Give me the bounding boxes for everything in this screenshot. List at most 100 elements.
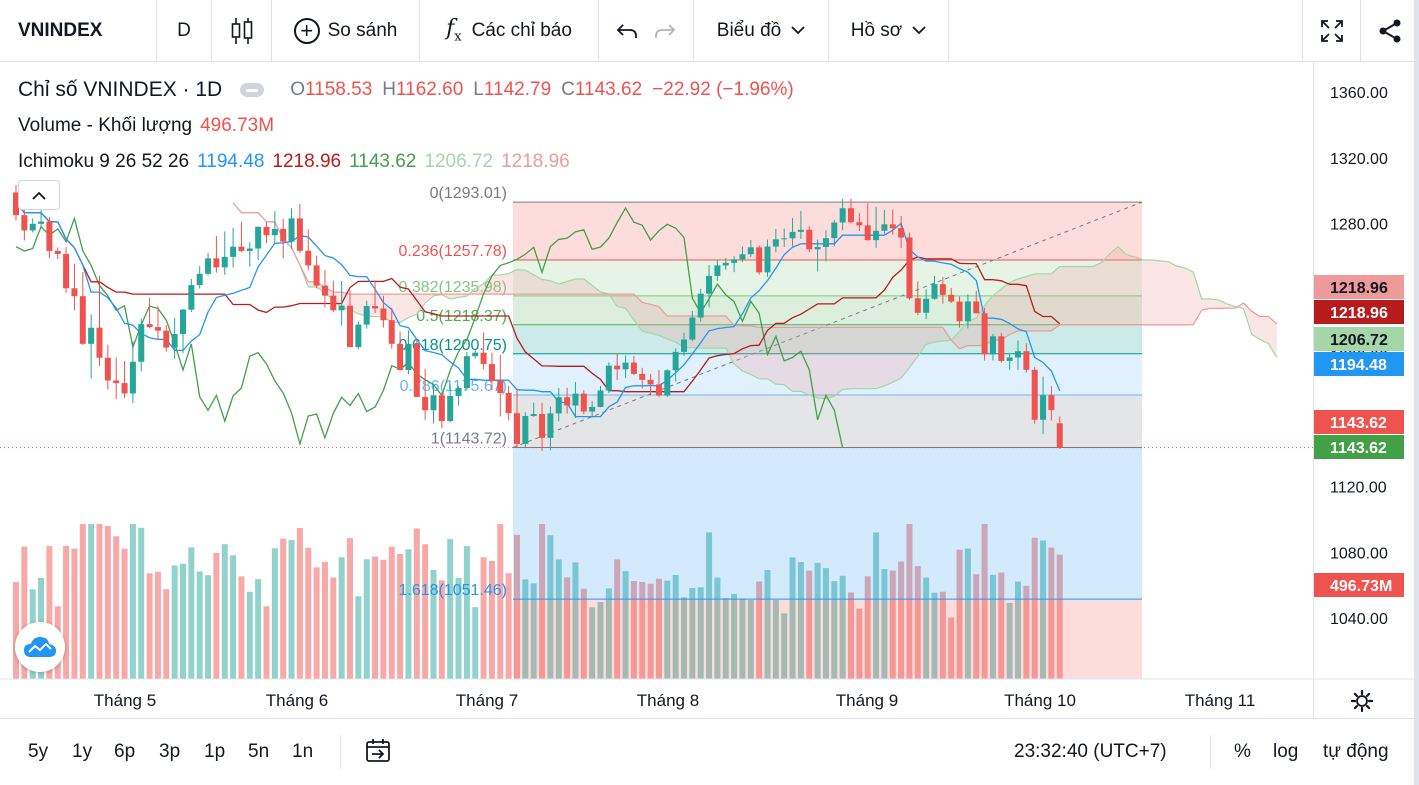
candle-body xyxy=(430,395,437,411)
profile-menu-button[interactable]: Hồ sơ xyxy=(829,0,949,62)
legend-main-row: Chỉ số VNINDEX · 1D O 1158.53 H 1162.60 L1… xyxy=(18,72,794,108)
symbol-search-button[interactable]: VNINDEX xyxy=(0,0,157,62)
volume-bar xyxy=(271,548,278,679)
candle-body xyxy=(597,390,604,407)
candle-body xyxy=(138,324,145,362)
price-badge-label: 1218.96 xyxy=(1330,305,1388,322)
candle-body xyxy=(572,393,579,406)
candle-body xyxy=(338,305,345,311)
fib-level-label: 1.618(1051.46) xyxy=(398,582,507,599)
auto-scale-toggle[interactable]: tự động xyxy=(1323,741,1389,763)
ichimoku-span-b-value: 1218.96 xyxy=(501,151,570,172)
tradingview-logo-button[interactable] xyxy=(15,622,65,672)
clock-timezone[interactable]: 23:32:40 (UTC+7) xyxy=(1014,741,1167,763)
volume-bar xyxy=(296,528,303,679)
volume-bar xyxy=(255,579,262,679)
range-1m-button[interactable]: 1p xyxy=(204,741,225,763)
legend-ichimoku-row[interactable]: Ichimoku 9 26 52 26 1194.48 1218.96 1143… xyxy=(18,144,794,180)
volume-bar xyxy=(347,538,353,679)
candle-body xyxy=(405,343,412,370)
price-axis-divider xyxy=(1313,62,1314,718)
candle-body xyxy=(764,246,771,273)
candle-body xyxy=(948,294,955,302)
candle-body xyxy=(914,298,921,313)
ohlc-low-value: 1142.79 xyxy=(483,79,552,100)
candle-body xyxy=(280,228,287,242)
candle-body xyxy=(547,413,554,438)
candle-body xyxy=(1015,351,1021,358)
candle-body xyxy=(630,362,637,374)
price-tick-label: 1080.00 xyxy=(1330,545,1388,562)
fib-zone xyxy=(513,395,1142,448)
bottom-separator xyxy=(340,735,341,769)
ichimoku-label: Ichimoku 9 26 52 26 xyxy=(18,151,190,172)
candle-body xyxy=(296,218,303,251)
fullscreen-button[interactable] xyxy=(1303,0,1361,62)
interval-button[interactable]: D xyxy=(157,0,212,62)
legend-more-button[interactable] xyxy=(240,83,265,97)
percent-scale-toggle[interactable]: % xyxy=(1234,741,1251,763)
toolbar-spacer xyxy=(949,0,1303,62)
fib-level-label: 0(1293.01) xyxy=(430,185,507,202)
chart-style-button[interactable] xyxy=(212,0,272,62)
candle-body xyxy=(171,333,178,348)
fib-zone xyxy=(513,599,1142,679)
candle-body xyxy=(372,306,379,309)
candle-body xyxy=(797,229,804,232)
settings-gear-icon[interactable] xyxy=(1350,689,1374,713)
candle-body xyxy=(722,262,729,266)
candle-body xyxy=(898,228,905,238)
candle-body xyxy=(831,222,838,239)
candle-body xyxy=(54,250,61,254)
chevron-down-icon xyxy=(791,26,805,35)
compare-label: So sánh xyxy=(327,19,398,41)
ichimoku-tenkan-value: 1194.48 xyxy=(197,151,265,172)
candle-body xyxy=(263,226,270,236)
range-5y-button[interactable]: 5y xyxy=(28,741,48,763)
candle-body xyxy=(79,296,86,344)
range-1d-button[interactable]: 1n xyxy=(292,741,313,763)
candle-body xyxy=(255,226,262,249)
candle-body xyxy=(664,370,671,396)
range-5d-button[interactable]: 5n xyxy=(248,741,269,763)
candle-body xyxy=(989,336,996,355)
range-1y-button[interactable]: 1y xyxy=(72,741,92,763)
candle-body xyxy=(539,414,546,438)
share-button[interactable] xyxy=(1361,0,1419,62)
compare-button[interactable]: + So sánh xyxy=(272,0,420,62)
volume-bar xyxy=(388,546,395,679)
candle-body xyxy=(781,238,788,240)
candle-body xyxy=(246,248,253,251)
log-scale-toggle[interactable]: log xyxy=(1273,741,1298,763)
goto-date-icon[interactable] xyxy=(365,738,391,764)
volume-bar xyxy=(321,562,328,679)
legend-volume-row[interactable]: Volume - Khối lượng 496.73M xyxy=(18,108,794,144)
indicators-button[interactable]: fx Các chỉ báo xyxy=(420,0,599,62)
candle-body xyxy=(29,223,36,231)
collapse-legend-button[interactable] xyxy=(18,180,60,210)
volume-bar xyxy=(280,538,287,679)
window-edge xyxy=(1414,0,1419,785)
chart-menu-button[interactable]: Biểu đồ xyxy=(694,0,829,62)
undo-icon[interactable] xyxy=(616,22,638,40)
bottom-toolbar: 5y 1y 6p 3p 1p 5n 1n 23:32:40 (UTC+7) % … xyxy=(0,718,1419,785)
candle-body xyxy=(438,395,445,422)
redo-icon[interactable] xyxy=(654,22,676,40)
candle-body xyxy=(196,273,203,286)
range-3m-button[interactable]: 3p xyxy=(159,741,180,763)
fullscreen-icon xyxy=(1320,19,1343,42)
volume-bar xyxy=(113,536,120,679)
volume-bar xyxy=(13,582,19,679)
volume-bar xyxy=(63,545,70,679)
volume-bar xyxy=(472,607,479,679)
candle-body xyxy=(505,392,512,414)
candle-body xyxy=(397,343,404,370)
ohlc-close-label: C xyxy=(561,79,575,100)
volume-value: 496.73M xyxy=(200,115,275,136)
candle-body xyxy=(121,383,128,394)
cloud-logo-icon xyxy=(24,637,56,657)
range-6m-button[interactable]: 6p xyxy=(114,741,135,763)
candle-body xyxy=(21,215,28,231)
legend-title: Chỉ số VNINDEX · 1D xyxy=(18,78,223,101)
ohlc-high-value: 1162.60 xyxy=(396,79,464,100)
